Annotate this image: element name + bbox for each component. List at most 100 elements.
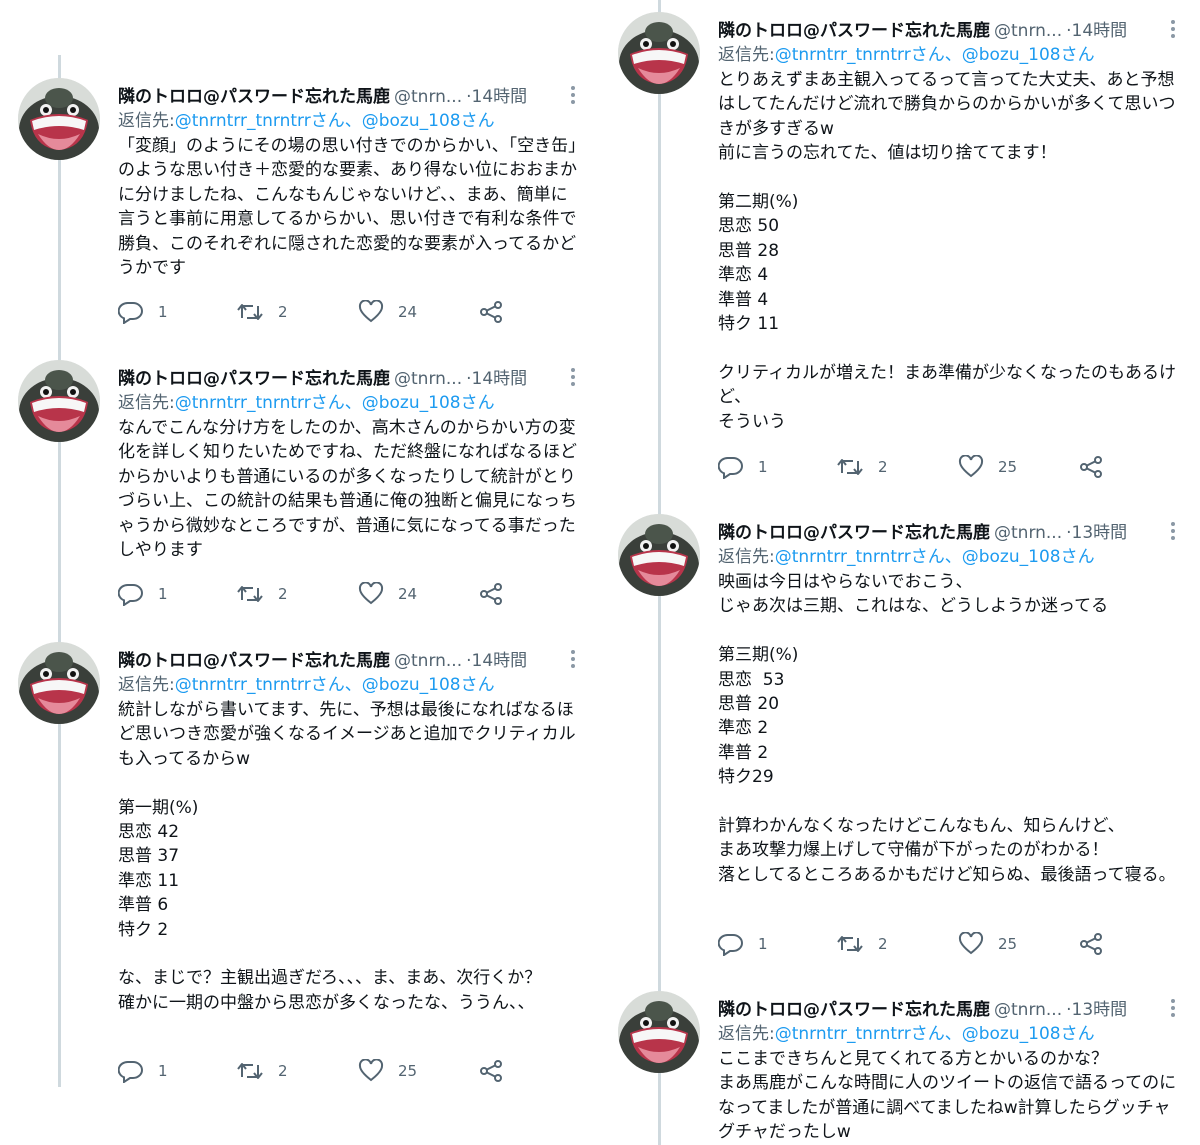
reply-separator: 、	[944, 1024, 962, 1044]
avatar[interactable]	[18, 642, 100, 724]
avatar[interactable]	[618, 12, 700, 94]
avatar[interactable]	[618, 514, 700, 596]
totoro-avatar-icon	[618, 991, 700, 1073]
like-button[interactable]: 25	[358, 1056, 417, 1086]
tweet-header: 隣のトロロ@パスワード忘れた馬鹿 @tnrn... ·14時間	[718, 18, 1180, 44]
user-handle[interactable]: @tnrn...	[394, 87, 462, 107]
user-name[interactable]: 隣のトロロ@パスワード忘れた馬鹿	[118, 651, 390, 671]
reply-label: 返信先:	[118, 675, 175, 695]
reply-user-link[interactable]: @tnrntrr_tnrntrrさん	[775, 45, 945, 65]
user-name[interactable]: 隣のトロロ@パスワード忘れた馬鹿	[118, 87, 390, 107]
user-handle[interactable]: @tnrn...	[994, 1000, 1062, 1020]
tweet-text: 映画は今日はやらないでおこう、 じゃあ次は三期、これはな、どうしようか迷ってる …	[718, 572, 1176, 885]
reply-button[interactable]: 1	[118, 1056, 168, 1086]
retweet-button[interactable]: 2	[836, 929, 888, 959]
reply-to-line: 返信先:@tnrntrr_tnrntrrさん、@bozu_108さん	[118, 672, 495, 698]
more-options-icon[interactable]	[1170, 999, 1176, 1021]
reply-user-link[interactable]: @bozu_108さん	[362, 111, 495, 131]
timestamp[interactable]: 14時間	[472, 87, 528, 107]
reply-to-line: 返信先:@tnrntrr_tnrntrrさん、@bozu_108さん	[718, 42, 1095, 68]
share-icon	[1080, 933, 1102, 955]
retweet-count: 2	[278, 585, 288, 603]
reply-count: 1	[158, 1062, 168, 1080]
heart-icon	[358, 582, 384, 605]
reply-to-line: 返信先:@tnrntrr_tnrntrrさん、@bozu_108さん	[718, 544, 1095, 570]
reply-user-link[interactable]: @tnrntrr_tnrntrrさん	[775, 1024, 945, 1044]
heart-icon	[958, 932, 984, 955]
timestamp[interactable]: 14時間	[472, 651, 528, 671]
retweet-button[interactable]: 2	[236, 579, 288, 609]
reply-button[interactable]: 1	[118, 297, 168, 327]
tweet-actions: 1 2 25	[718, 929, 1108, 959]
avatar[interactable]	[18, 78, 100, 160]
more-options-icon[interactable]	[570, 650, 576, 672]
tweet-text: 統計しながら書いてます、先に、予想は最後になればなるほど思いつき恋愛が強くなるイ…	[118, 700, 576, 1013]
tweet-actions: 1 2 24	[118, 579, 508, 609]
reply-separator: 、	[944, 547, 962, 567]
share-button[interactable]	[478, 297, 504, 327]
tweet-text: とりあえずまあ主観入ってるって言ってた大丈夫、あと予想はしてたんだけど流れで勝負…	[718, 70, 1176, 432]
totoro-avatar-icon	[18, 78, 100, 160]
reply-user-link[interactable]: @tnrntrr_tnrntrrさん	[775, 547, 945, 567]
retweet-button[interactable]: 2	[836, 452, 888, 482]
reply-separator: 、	[344, 393, 362, 413]
more-options-icon[interactable]	[1170, 20, 1176, 42]
user-name[interactable]: 隣のトロロ@パスワード忘れた馬鹿	[718, 1000, 990, 1020]
more-options-icon[interactable]	[570, 86, 576, 108]
reply-user-link[interactable]: @bozu_108さん	[362, 393, 495, 413]
reply-user-link[interactable]: @bozu_108さん	[962, 547, 1095, 567]
avatar[interactable]	[618, 991, 700, 1073]
reply-user-link[interactable]: @tnrntrr_tnrntrrさん	[175, 675, 345, 695]
retweet-icon	[837, 459, 863, 475]
tweet-header: 隣のトロロ@パスワード忘れた馬鹿 @tnrn... ·14時間	[118, 84, 580, 110]
reply-user-link[interactable]: @bozu_108さん	[362, 675, 495, 695]
like-button[interactable]: 25	[958, 929, 1017, 959]
retweet-count: 2	[278, 1062, 288, 1080]
reply-to-line: 返信先:@tnrntrr_tnrntrrさん、@bozu_108さん	[118, 108, 495, 134]
timestamp[interactable]: 13時間	[1072, 523, 1128, 543]
retweet-count: 2	[878, 935, 888, 953]
tweet-actions: 1 2 25	[718, 452, 1108, 482]
reply-button[interactable]: 1	[118, 579, 168, 609]
user-handle[interactable]: @tnrn...	[394, 369, 462, 389]
reply-count: 1	[758, 458, 768, 476]
reply-icon	[118, 1060, 143, 1083]
timestamp[interactable]: 14時間	[1072, 21, 1128, 41]
avatar[interactable]	[18, 360, 100, 442]
share-button[interactable]	[478, 579, 504, 609]
like-button[interactable]: 25	[958, 452, 1017, 482]
user-handle[interactable]: @tnrn...	[994, 523, 1062, 543]
user-handle[interactable]: @tnrn...	[394, 651, 462, 671]
reply-button[interactable]: 1	[718, 452, 768, 482]
retweet-button[interactable]: 2	[236, 297, 288, 327]
reply-user-link[interactable]: @tnrntrr_tnrntrrさん	[175, 393, 345, 413]
user-name[interactable]: 隣のトロロ@パスワード忘れた馬鹿	[118, 369, 390, 389]
more-options-icon[interactable]	[1170, 522, 1176, 544]
timestamp[interactable]: 13時間	[1072, 1000, 1128, 1020]
retweet-button[interactable]: 2	[236, 1056, 288, 1086]
reply-user-link[interactable]: @tnrntrr_tnrntrrさん	[175, 111, 345, 131]
reply-label: 返信先:	[718, 1024, 775, 1044]
tweet-actions: 1 2 25	[118, 1056, 508, 1086]
heart-icon	[358, 300, 384, 323]
share-icon	[480, 301, 502, 323]
user-name[interactable]: 隣のトロロ@パスワード忘れた馬鹿	[718, 21, 990, 41]
like-button[interactable]: 24	[358, 579, 417, 609]
like-button[interactable]: 24	[358, 297, 417, 327]
user-handle[interactable]: @tnrn...	[994, 21, 1062, 41]
reply-button[interactable]: 1	[718, 929, 768, 959]
reply-user-link[interactable]: @bozu_108さん	[962, 1024, 1095, 1044]
retweet-icon	[837, 936, 863, 952]
tweet-header: 隣のトロロ@パスワード忘れた馬鹿 @tnrn... ·14時間	[118, 648, 580, 674]
share-icon	[1080, 456, 1102, 478]
reply-label: 返信先:	[718, 547, 775, 567]
share-button[interactable]	[1078, 452, 1104, 482]
reply-separator: 、	[344, 111, 362, 131]
reply-separator: 、	[344, 675, 362, 695]
share-button[interactable]	[478, 1056, 504, 1086]
reply-user-link[interactable]: @bozu_108さん	[962, 45, 1095, 65]
share-button[interactable]	[1078, 929, 1104, 959]
more-options-icon[interactable]	[570, 368, 576, 390]
timestamp[interactable]: 14時間	[472, 369, 528, 389]
user-name[interactable]: 隣のトロロ@パスワード忘れた馬鹿	[718, 523, 990, 543]
